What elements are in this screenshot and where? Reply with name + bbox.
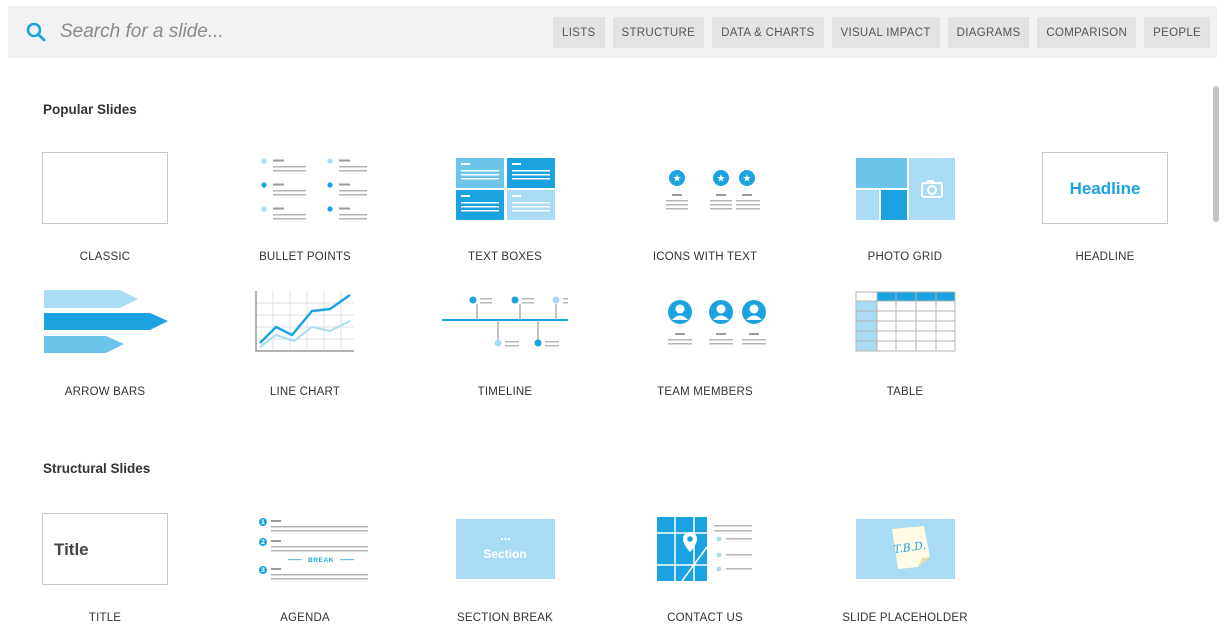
filter-lists[interactable]: LISTS — [553, 17, 605, 48]
slide-label: PHOTO GRID — [867, 251, 943, 263]
section-title-structural: Structural Slides — [43, 461, 151, 476]
contact-us-thumbnail — [642, 513, 768, 585]
agenda-break-text: BREAK — [308, 557, 334, 564]
section-title-popular: Popular Slides — [43, 102, 137, 117]
svg-text:★: ★ — [743, 174, 752, 185]
slide-label: CONTACT US — [667, 612, 743, 624]
filter-diagrams[interactable]: DIAGRAMS — [947, 17, 1030, 48]
scrollbar-thumb[interactable] — [1213, 86, 1219, 222]
slide-text-boxes[interactable]: TEXT BOXES — [425, 152, 585, 282]
agenda-number-2: 2 — [261, 539, 265, 546]
slide-label: AGENDA — [280, 612, 330, 624]
classic-thumbnail — [42, 152, 168, 224]
slide-timeline[interactable]: TIMELINE — [425, 287, 585, 417]
headline-thumb-text: Headline — [1070, 179, 1141, 198]
slide-agenda[interactable]: 1 2 3 BREAK AGENDA — [225, 513, 385, 626]
slide-classic[interactable]: CLASSIC — [25, 152, 185, 282]
slide-section-break[interactable]: Section SECTION BREAK — [425, 513, 585, 626]
bullet-points-thumbnail — [242, 152, 368, 224]
slide-arrow-bars[interactable]: ARROW BARS — [25, 287, 185, 417]
category-filters: LISTS STRUCTURE DATA & CHARTS VISUAL IMP… — [553, 17, 1210, 48]
arrow-bars-thumbnail — [42, 287, 168, 359]
slide-label: TIMELINE — [477, 386, 533, 398]
slide-team-members[interactable]: TEAM MEMBERS — [625, 287, 785, 417]
slide-label: LINE CHART — [269, 386, 341, 398]
title-thumb-text: Title — [54, 540, 89, 559]
filter-comparison[interactable]: COMPARISON — [1037, 17, 1137, 48]
team-members-thumbnail — [642, 287, 768, 359]
title-thumbnail: Title — [42, 513, 168, 585]
slide-label: TEXT BOXES — [467, 251, 542, 263]
slide-label: TEAM MEMBERS — [657, 386, 753, 398]
slide-icons-with-text[interactable]: ★ ★ ★ ICONS WITH TEXT — [625, 152, 785, 282]
svg-text:★: ★ — [673, 174, 682, 185]
slide-contact-us[interactable]: CONTACT US — [625, 513, 785, 626]
filter-data-charts[interactable]: DATA & CHARTS — [712, 17, 824, 48]
slide-label: BULLET POINTS — [259, 251, 351, 263]
agenda-number-1: 1 — [261, 519, 265, 526]
filter-people[interactable]: PEOPLE — [1144, 17, 1210, 48]
slide-label: TITLE — [88, 612, 122, 624]
filter-structure[interactable]: STRUCTURE — [612, 17, 705, 48]
slide-line-chart[interactable]: LINE CHART — [225, 287, 385, 417]
table-thumbnail — [842, 287, 968, 359]
slide-label: SECTION BREAK — [457, 612, 553, 624]
search-input[interactable] — [60, 18, 480, 46]
section-break-thumbnail: Section — [442, 513, 568, 585]
search-icon[interactable] — [26, 22, 46, 42]
slide-photo-grid[interactable]: PHOTO GRID — [825, 152, 985, 282]
slide-table[interactable]: TABLE — [825, 287, 985, 417]
svg-text:★: ★ — [717, 174, 726, 185]
agenda-thumbnail: 1 2 3 BREAK — [242, 513, 368, 585]
slide-placeholder[interactable]: T.B.D. SLIDE PLACEHOLDER — [825, 513, 985, 626]
slide-headline[interactable]: Headline HEADLINE — [1025, 152, 1185, 282]
text-boxes-thumbnail — [442, 152, 568, 224]
slide-label: ARROW BARS — [64, 386, 146, 398]
icons-with-text-thumbnail: ★ ★ ★ — [642, 152, 768, 224]
photo-grid-thumbnail — [842, 152, 968, 224]
slide-title[interactable]: Title TITLE — [25, 513, 185, 626]
section-thumb-text: Section — [483, 547, 526, 561]
filter-visual-impact[interactable]: VISUAL IMPACT — [831, 17, 940, 48]
slide-label: CLASSIC — [79, 251, 131, 263]
top-bar: LISTS STRUCTURE DATA & CHARTS VISUAL IMP… — [8, 6, 1217, 58]
slide-placeholder-thumbnail: T.B.D. — [842, 513, 968, 585]
headline-thumbnail: Headline — [1042, 152, 1168, 224]
agenda-number-3: 3 — [261, 567, 265, 574]
slide-bullet-points[interactable]: BULLET POINTS — [225, 152, 385, 282]
line-chart-thumbnail — [242, 287, 368, 359]
slide-label: ICONS WITH TEXT — [652, 251, 758, 263]
timeline-thumbnail — [442, 287, 568, 359]
slide-label: SLIDE PLACEHOLDER — [842, 612, 968, 624]
slide-label: TABLE — [886, 386, 924, 398]
slide-label: HEADLINE — [1075, 251, 1135, 263]
